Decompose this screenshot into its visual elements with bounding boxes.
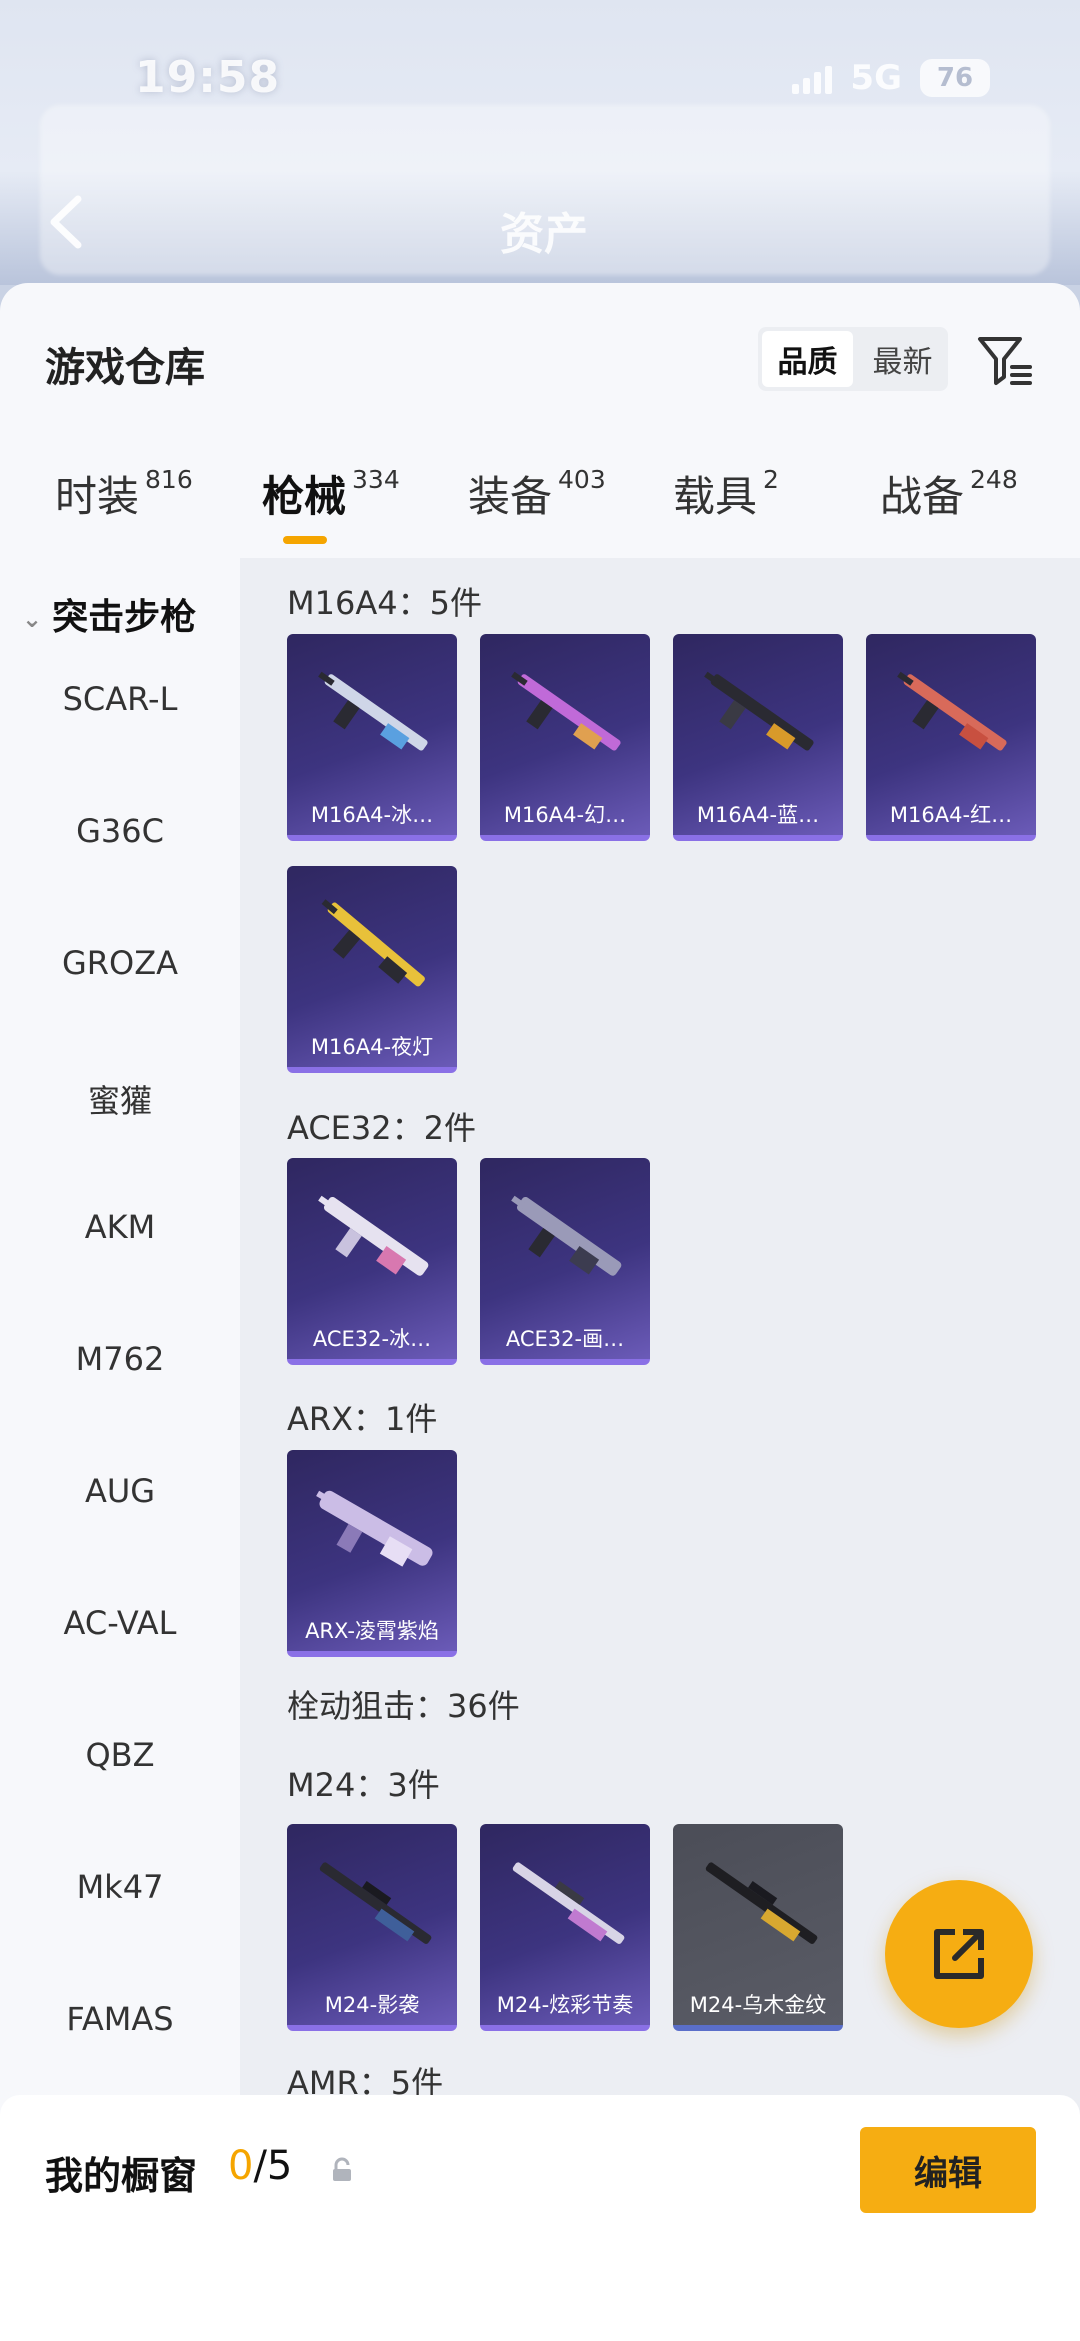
skin-name: M24-炫彩节奏 — [496, 1993, 634, 2017]
skin-name: ACE32-画… — [505, 1327, 625, 1351]
weapon-type-sidebar: ⌄ 突击步枪 SCAR-L G36C GROZA 蜜獾 AKM M762 AUG … — [0, 558, 240, 2341]
rifle-icon — [897, 671, 1007, 751]
tab-label: 时装 — [55, 472, 140, 521]
skin-name: M16A4-夜灯 — [310, 1035, 434, 1059]
skin-name: M16A4-红… — [889, 803, 1013, 827]
sidebar-item-assault-rifle[interactable]: ⌄ 突击步枪 — [22, 588, 262, 640]
tab-count: 403 — [558, 465, 606, 494]
battery-icon: 76 — [920, 59, 990, 97]
skin-name: M24-影袭 — [324, 1993, 420, 2017]
network-type: 5G — [850, 58, 902, 98]
rifle-icon — [318, 671, 428, 751]
skin-card[interactable]: M16A4-红… — [866, 634, 1036, 841]
top-header: 19:58 5G 76 资产 — [0, 0, 1080, 285]
panel-title: 游戏仓库 — [45, 345, 205, 391]
tab-count: 2 — [763, 465, 779, 494]
rifle-icon — [321, 899, 425, 987]
lock-icon — [333, 2157, 351, 2181]
skin-name: M16A4-蓝… — [696, 803, 820, 827]
tab-fashion[interactable]: 时装 816 — [55, 463, 193, 524]
skin-card[interactable]: M16A4-蓝… — [673, 634, 843, 841]
status-indicators: 5G 76 — [792, 58, 990, 98]
category-title: 栓动狙击：36件 — [287, 1687, 520, 1725]
sidebar-item-aug[interactable]: AUG — [0, 1472, 240, 1510]
skin-card[interactable]: M16A4-幻… — [480, 634, 650, 841]
skin-card[interactable]: M16A4-夜灯 — [287, 866, 457, 1073]
sidebar-item-scar-l[interactable]: SCAR-L — [0, 680, 240, 718]
sidebar-item-groza[interactable]: GROZA — [0, 944, 240, 982]
rifle-icon — [705, 1862, 818, 1944]
skin-name: ACE32-冰… — [312, 1327, 432, 1351]
skin-name: M16A4-冰… — [310, 803, 434, 827]
sort-newest-button[interactable]: 最新 — [857, 327, 948, 391]
warehouse-panel: 游戏仓库 品质 最新 时装 816 枪械 334 装备 403 载具 2 战备 … — [0, 283, 1080, 2341]
skin-card[interactable]: M24-乌木金纹 — [673, 1824, 843, 2031]
skin-name: ARX-凌霄紫焰 — [305, 1619, 439, 1643]
showcase-label: 我的橱窗 — [45, 2154, 198, 2198]
tab-label: 战备 — [880, 472, 965, 521]
filter-icon[interactable] — [976, 331, 1034, 389]
share-icon — [934, 1929, 984, 1979]
showcase-bar: 我的橱窗 0/5 编辑 — [0, 2095, 1080, 2341]
rifle-icon — [318, 1195, 429, 1276]
rifle-icon — [511, 1195, 622, 1276]
tab-label: 枪械 — [262, 472, 347, 521]
tab-equipment[interactable]: 装备 403 — [468, 463, 606, 524]
group-title: M16A4：5件 — [287, 584, 482, 622]
sidebar-item-famas[interactable]: FAMAS — [0, 2000, 240, 2038]
showcase-count: 0/5 — [228, 2143, 292, 2189]
back-icon[interactable] — [44, 195, 88, 249]
sidebar-item-g36c[interactable]: G36C — [0, 812, 240, 850]
group-title: ARX：1件 — [287, 1400, 438, 1438]
sort-quality-button[interactable]: 品质 — [762, 331, 853, 387]
skin-card[interactable]: ACE32-冰… — [287, 1158, 457, 1365]
group-title: ACE32：2件 — [287, 1109, 476, 1147]
skin-name: M16A4-幻… — [503, 803, 627, 827]
rifle-icon — [316, 1490, 433, 1567]
showcase-total: /5 — [253, 2143, 293, 2189]
sidebar-item-ac-val[interactable]: AC-VAL — [0, 1604, 240, 1642]
rifle-icon — [511, 671, 621, 751]
group-title: M24：3件 — [287, 1766, 440, 1804]
tab-vehicles[interactable]: 载具 2 — [673, 463, 779, 524]
skin-card[interactable]: M24-炫彩节奏 — [480, 1824, 650, 2031]
page-title: 资产 — [500, 209, 588, 260]
active-tab-indicator — [283, 536, 327, 544]
share-button[interactable] — [885, 1880, 1033, 2028]
sidebar-item-qbz[interactable]: QBZ — [0, 1736, 240, 1774]
sidebar-item-honey-badger[interactable]: 蜜獾 — [0, 1076, 240, 1122]
signal-icon — [792, 62, 833, 94]
skin-card[interactable]: M24-影袭 — [287, 1824, 457, 2031]
sort-toggle: 品质 最新 — [758, 327, 948, 391]
skin-name: M24-乌木金纹 — [689, 1993, 827, 2017]
rifle-icon — [319, 1862, 432, 1944]
rifle-icon — [704, 671, 814, 751]
tab-count: 334 — [352, 465, 400, 494]
skin-card[interactable]: ACE32-画… — [480, 1158, 650, 1365]
tab-count: 816 — [145, 465, 193, 494]
tab-label: 载具 — [673, 472, 758, 521]
tab-label: 装备 — [468, 472, 553, 521]
showcase-used: 0 — [228, 2143, 254, 2189]
tab-supplies[interactable]: 战备 248 — [880, 463, 1018, 524]
skin-card[interactable]: ARX-凌霄紫焰 — [287, 1450, 457, 1657]
tab-firearms[interactable]: 枪械 334 — [262, 463, 400, 524]
sidebar-item-akm[interactable]: AKM — [0, 1208, 240, 1246]
tab-count: 248 — [970, 465, 1018, 494]
sidebar-item-m762[interactable]: M762 — [0, 1340, 240, 1378]
skin-card[interactable]: M16A4-冰… — [287, 634, 457, 841]
chevron-down-icon: ⌄ — [22, 605, 43, 633]
sidebar-item-label: 突击步枪 — [52, 597, 197, 638]
category-tabs: 时装 816 枪械 334 装备 403 载具 2 战备 248 — [0, 463, 1080, 553]
weapon-skin-grid: M16A4：5件 M16A4-冰… M16A4-幻… M16A4-蓝… M16A… — [240, 558, 1080, 2341]
status-time: 19:58 — [135, 52, 281, 103]
edit-button[interactable]: 编辑 — [860, 2127, 1036, 2213]
sidebar-item-mk47[interactable]: Mk47 — [0, 1868, 240, 1906]
rifle-icon — [512, 1862, 625, 1944]
